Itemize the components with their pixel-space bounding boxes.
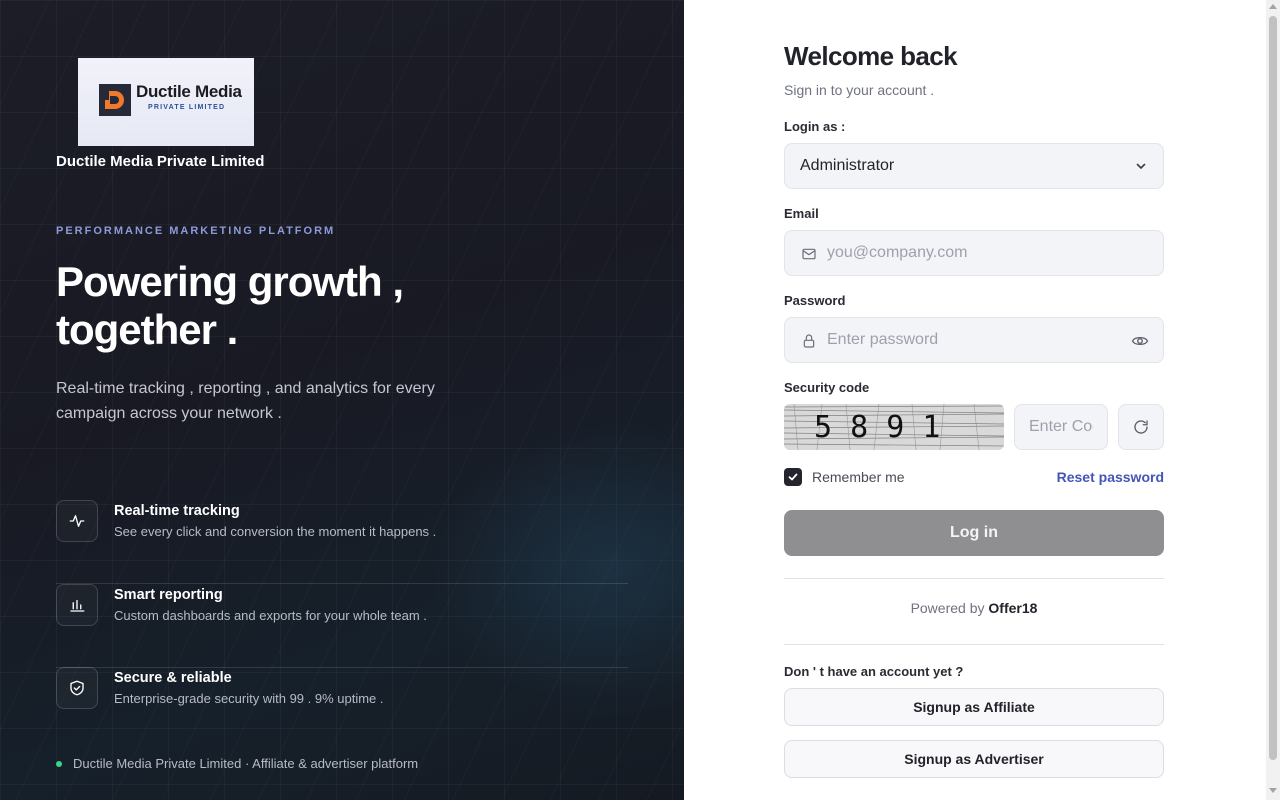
logo-wordmark: Ductile Media xyxy=(136,82,242,101)
login-form: Welcome back Sign in to your account . L… xyxy=(784,0,1164,800)
captcha-text: 5 8 9 1 xyxy=(814,410,940,445)
footer-note-text: Ductile Media Private Limited · Affiliat… xyxy=(73,756,419,771)
footer-note: Ductile Media Private Limited · Affiliat… xyxy=(56,756,418,771)
powered-by-brand: Offer18 xyxy=(988,600,1038,616)
logo-subtitle: PRIVATE LIMITED xyxy=(148,104,226,111)
reset-password-link[interactable]: Reset password xyxy=(1057,469,1164,485)
status-dot-icon xyxy=(56,760,62,767)
page-scrollbar[interactable] xyxy=(1266,0,1280,800)
feature-item: Secure & reliable Enterprise-grade secur… xyxy=(56,667,628,751)
feature-item: Real-time tracking See every click and c… xyxy=(56,500,628,584)
email-label: Email xyxy=(784,206,819,221)
feature-description: Enterprise-grade security with 99 . 9% u… xyxy=(114,691,384,706)
headline-line-1: Powering growth , xyxy=(56,258,404,305)
login-panel: Welcome back Sign in to your account . L… xyxy=(684,0,1280,800)
login-as-label: Login as : xyxy=(784,119,846,134)
mail-icon xyxy=(802,248,816,260)
signup-affiliate-button[interactable]: Signup as Affiliate xyxy=(784,688,1164,726)
divider xyxy=(784,644,1164,645)
refresh-captcha-button[interactable] xyxy=(1118,404,1164,450)
login-as-value: Administrator xyxy=(800,157,895,174)
feature-title: Secure & reliable xyxy=(114,670,232,686)
scroll-up-arrow-icon[interactable] xyxy=(1269,4,1277,9)
security-code-input[interactable] xyxy=(1014,404,1108,450)
feature-description: Custom dashboards and exports for your w… xyxy=(114,608,427,623)
scroll-down-arrow-icon[interactable] xyxy=(1269,788,1277,793)
password-field-wrapper xyxy=(784,317,1164,363)
remember-me-label[interactable]: Remember me xyxy=(812,469,905,485)
shield-check-icon xyxy=(56,667,98,709)
email-field-wrapper xyxy=(784,230,1164,276)
refresh-icon xyxy=(1134,420,1148,434)
password-field[interactable] xyxy=(827,318,1127,362)
page-subtitle: Sign in to your account . xyxy=(784,82,935,98)
divider xyxy=(784,578,1164,579)
hero-lead: Real-time tracking , reporting , and ana… xyxy=(56,380,435,422)
activity-icon xyxy=(56,500,98,542)
password-label: Password xyxy=(784,293,846,308)
company-name: Ductile Media Private Limited xyxy=(56,153,265,170)
remember-me-checkbox[interactable] xyxy=(784,468,802,486)
email-field[interactable] xyxy=(827,231,1127,275)
login-as-select[interactable]: Administrator xyxy=(784,143,1164,189)
lock-icon xyxy=(803,334,815,348)
hero-headline: Powering growth , together . xyxy=(56,258,576,354)
headline-line-2: together . xyxy=(56,306,238,353)
no-account-text: Don ' t have an account yet ? xyxy=(784,664,964,679)
bar-chart-icon xyxy=(56,584,98,626)
check-icon xyxy=(788,473,798,481)
captcha-image: 5 8 9 1 xyxy=(784,404,1004,450)
powered-by-prefix: Powered by xyxy=(910,600,985,616)
feature-title: Smart reporting xyxy=(114,587,223,603)
page-title: Welcome back xyxy=(784,41,958,71)
feature-description: See every click and conversion the momen… xyxy=(114,524,437,539)
feature-item: Smart reporting Custom dashboards and ex… xyxy=(56,584,628,668)
scrollbar-thumb[interactable] xyxy=(1269,16,1277,760)
logo-d-mark-icon xyxy=(99,84,131,116)
company-logo: Ductile Media PRIVATE LIMITED xyxy=(78,58,254,146)
signup-advertiser-button[interactable]: Signup as Advertiser xyxy=(784,740,1164,778)
feature-title: Real-time tracking xyxy=(114,503,240,519)
hero-eyebrow: PERFORMANCE MARKETING PLATFORM xyxy=(56,225,336,237)
login-button[interactable]: Log in xyxy=(784,510,1164,556)
eye-icon[interactable] xyxy=(1131,332,1149,350)
powered-by: Powered by Offer18 xyxy=(784,600,1164,616)
security-code-label: Security code xyxy=(784,380,870,395)
chevron-down-icon xyxy=(1136,163,1146,169)
brand-panel: Ductile Media PRIVATE LIMITED Ductile Me… xyxy=(0,0,684,800)
